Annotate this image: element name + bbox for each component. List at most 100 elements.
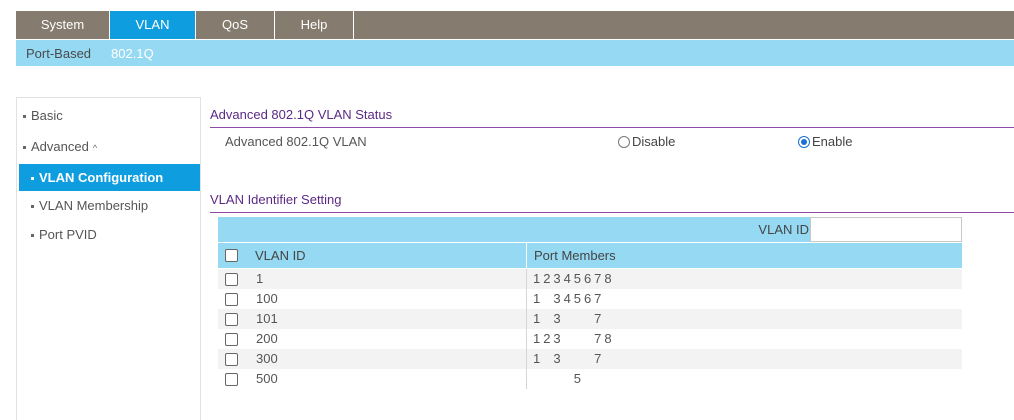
subtab-port-based[interactable]: Port-Based [26, 46, 91, 61]
bullet-icon [23, 115, 26, 119]
vlan-id-entry-bar: VLAN ID [218, 217, 962, 242]
table-row: 100 1 3 4 5 6 7 [218, 289, 962, 309]
port-members-cell: 13 7 [533, 311, 615, 326]
row-checkbox[interactable] [225, 373, 238, 386]
select-all-checkbox[interactable] [225, 249, 238, 262]
section-title-identifier: VLAN Identifier Setting [210, 192, 342, 207]
row-checkbox[interactable] [225, 273, 238, 286]
table-row: 500 5 [218, 369, 962, 389]
port-member: 5 [573, 371, 581, 386]
column-header-vlan-id: VLAN ID [255, 248, 306, 263]
sidebar-item-label: Port PVID [39, 227, 97, 242]
radio-button-enable[interactable] [798, 135, 810, 148]
port-members-cell: 12345678 [533, 271, 615, 286]
port-member: 3 [553, 351, 561, 366]
sidebar: Basic Advanced ^ VLAN Configuration VLAN … [16, 97, 201, 420]
port-member: 1 [533, 291, 541, 306]
port-member: 1 [533, 311, 541, 326]
row-checkbox[interactable] [225, 333, 238, 346]
sidebar-item-label: Advanced [31, 139, 89, 154]
table-row: 200 1 2 3 7 8 [218, 329, 962, 349]
sidebar-item-vlan-configuration[interactable]: VLAN Configuration [19, 164, 200, 191]
sidebar-item-vlan-membership[interactable]: VLAN Membership [31, 194, 148, 218]
table-row: 101 1 3 7 [218, 309, 962, 329]
sub-nav: Port-Based 802.1Q [16, 40, 1014, 66]
row-checkbox[interactable] [225, 353, 238, 366]
port-member: 2 [543, 331, 551, 346]
vlan-id-cell: 1 [256, 271, 264, 286]
port-member: 3 [553, 331, 561, 346]
column-divider [526, 309, 527, 329]
bullet-icon [23, 146, 26, 150]
section-divider [210, 212, 1014, 213]
column-divider [526, 329, 527, 349]
port-member: 1 [533, 331, 541, 346]
sidebar-item-label: Basic [31, 108, 63, 123]
bullet-icon [31, 234, 34, 238]
tab-qos[interactable]: QoS [196, 11, 275, 39]
port-member: 2 [543, 271, 551, 286]
table-row: 112345678 [218, 269, 962, 289]
port-member: 7 [594, 351, 602, 366]
tab-help[interactable]: Help [275, 11, 354, 39]
tab-vlan[interactable]: VLAN [110, 11, 196, 39]
port-member: 1 [533, 351, 541, 366]
subtab-8021q[interactable]: 802.1Q [111, 46, 154, 61]
port-member: 5 [573, 291, 581, 306]
port-members-cell: 134567 [533, 291, 615, 306]
port-members-cell: 13 7 [533, 351, 615, 366]
section-divider [210, 127, 1014, 128]
port-member: 1 [533, 271, 541, 286]
row-checkbox[interactable] [225, 293, 238, 306]
table-row: 300 1 3 7 [218, 349, 962, 369]
port-member: 3 [553, 291, 561, 306]
table-header: VLAN ID Port Members [218, 243, 962, 268]
port-member: 3 [553, 271, 561, 286]
vlan-id-cell: 101 [256, 311, 278, 326]
vlan-id-cell: 300 [256, 351, 278, 366]
row-checkbox[interactable] [225, 313, 238, 326]
radio-button-disable[interactable] [618, 135, 630, 148]
column-divider [526, 289, 527, 309]
column-divider [526, 269, 527, 289]
port-member: 8 [604, 331, 612, 346]
section-title-status: Advanced 802.1Q VLAN Status [210, 107, 393, 122]
bullet-icon [31, 205, 34, 209]
port-member: 5 [573, 271, 581, 286]
column-divider [526, 369, 527, 389]
column-divider [526, 243, 527, 268]
port-member: 8 [604, 271, 612, 286]
status-row-label: Advanced 802.1Q VLAN [225, 134, 367, 149]
radio-label-enable: Enable [812, 134, 853, 149]
port-member: 7 [594, 271, 602, 286]
port-member: 3 [553, 311, 561, 326]
port-member: 7 [594, 331, 602, 346]
vlan-id-label: VLAN ID [758, 222, 809, 237]
caret-up-icon: ^ [92, 143, 98, 153]
port-members-cell: 5 [533, 371, 615, 386]
vlan-id-cell: 100 [256, 291, 278, 306]
sidebar-item-advanced[interactable]: Advanced ^ [23, 135, 97, 159]
port-member: 6 [583, 291, 592, 306]
column-header-port-members: Port Members [534, 248, 616, 263]
port-member: 7 [594, 311, 602, 326]
vlan-id-cell: 500 [256, 371, 278, 386]
port-member: 4 [563, 271, 571, 286]
sidebar-item-basic[interactable]: Basic [23, 104, 63, 128]
port-member: 6 [583, 271, 592, 286]
sidebar-item-label: VLAN Membership [39, 198, 149, 213]
port-members-cell: 123 78 [533, 331, 615, 346]
bullet-icon [31, 177, 34, 181]
radio-enable[interactable]: Enable [798, 134, 852, 149]
port-member: 7 [594, 291, 602, 306]
sidebar-item-port-pvid[interactable]: Port PVID [31, 223, 97, 247]
top-nav: System VLAN QoS Help [16, 11, 1014, 39]
radio-disable[interactable]: Disable [618, 134, 675, 149]
tab-system[interactable]: System [16, 11, 110, 39]
port-member: 4 [563, 291, 571, 306]
sidebar-item-label: VLAN Configuration [39, 170, 164, 185]
radio-label-disable: Disable [632, 134, 676, 149]
column-divider [526, 349, 527, 369]
vlan-id-input[interactable] [810, 217, 962, 242]
vlan-id-cell: 200 [256, 331, 278, 346]
